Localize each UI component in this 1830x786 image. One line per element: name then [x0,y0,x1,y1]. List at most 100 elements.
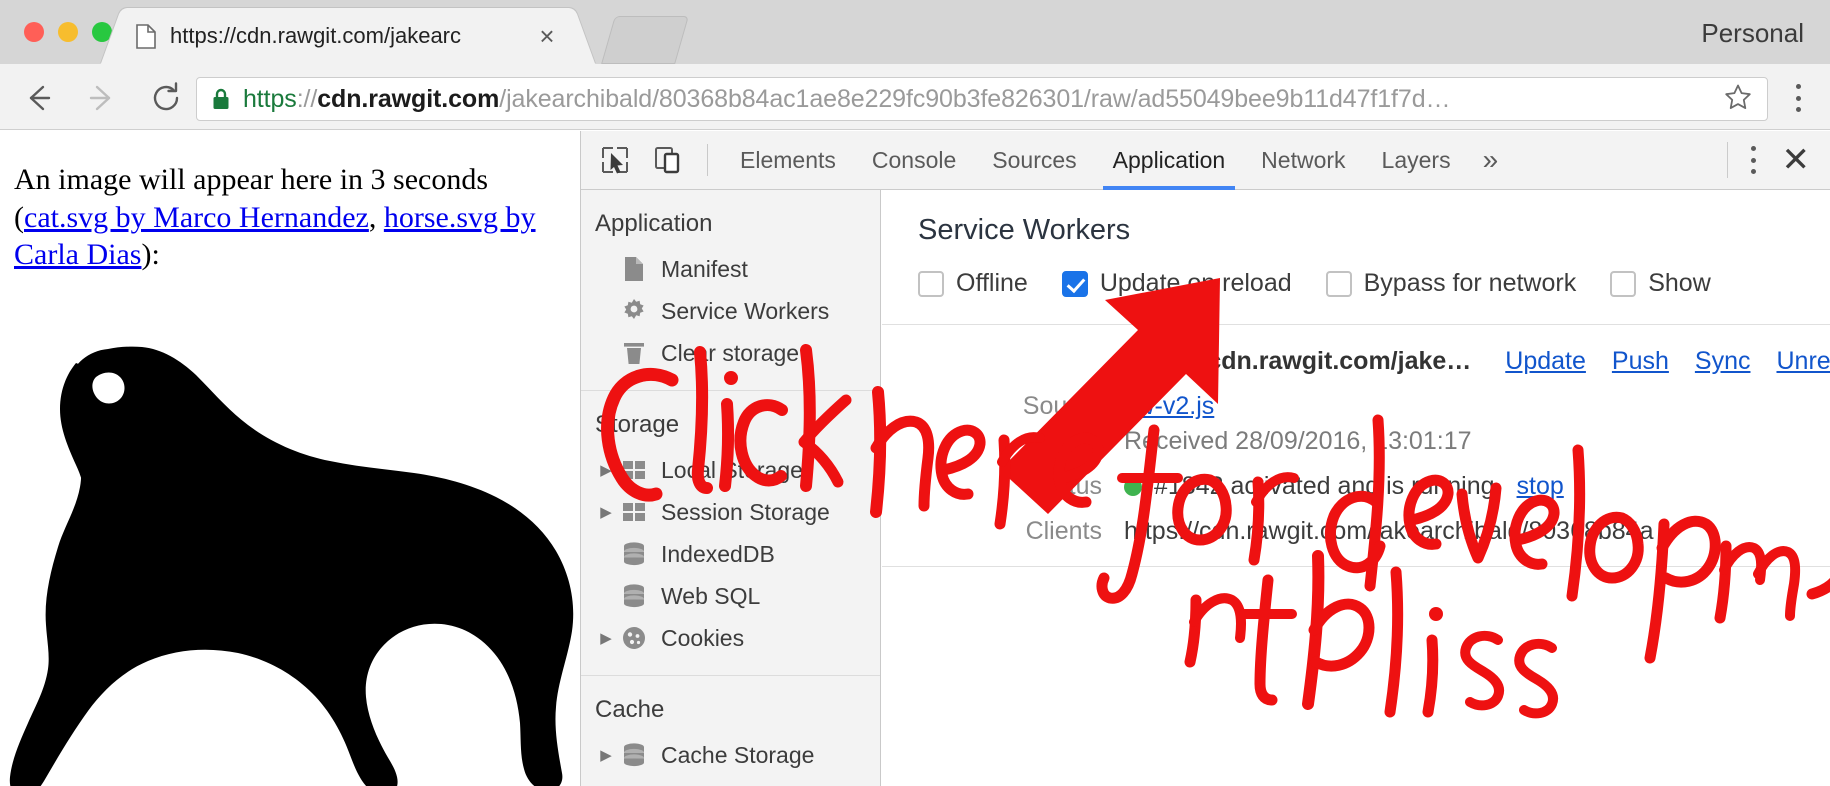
unregister-link[interactable]: Unregister [1776,347,1830,376]
checkbox-label: Offline [956,269,1028,298]
arrow-right-icon[interactable] [82,78,122,118]
lock-icon [211,87,231,111]
show-all-checkbox[interactable]: Show [1610,269,1711,298]
sidebar-item-indexeddb[interactable]: ▶ IndexedDB [581,533,880,575]
tab-console[interactable]: Console [854,131,974,190]
database-icon [617,742,651,768]
registration-scope-value: https://cdn.rawgit.com/jake… Update Push… [1124,347,1830,376]
sidebar-group-title: Application [581,204,880,248]
devtools-toolbar-right: ✕ [1715,131,1830,190]
tab-layers[interactable]: Layers [1364,131,1469,190]
horse-silhouette-image [0,341,580,786]
source-file-link[interactable]: sw-v2.js [1124,392,1214,420]
sidebar-item-label: Local Storage [661,457,803,484]
cookie-icon [617,625,651,651]
registration-source-row: Source sw-v2.js Received 28/09/2016, 13:… [882,392,1830,456]
sidebar-item-label: Service Workers [661,298,829,325]
tab-elements[interactable]: Elements [722,131,854,190]
minimize-window-button[interactable] [58,22,78,42]
sidebar-item-session-storage[interactable]: ▶ Session Storage [581,491,880,533]
sidebar-item-local-storage[interactable]: ▶ Local Storage [581,449,880,491]
profile-label[interactable]: Personal [1701,18,1804,49]
checkbox-label: Show [1648,269,1711,298]
service-worker-options: Offline Update on reload Bypass for netw… [882,247,1830,298]
offline-checkbox[interactable]: Offline [918,269,1028,298]
url-scheme: https [243,85,297,113]
close-window-button[interactable] [24,22,44,42]
update-link[interactable]: Update [1505,347,1586,376]
database-icon [617,541,651,567]
chevron-double-right-icon[interactable]: » [1469,144,1513,176]
checkbox-box[interactable] [1326,271,1352,297]
sidebar-item-web-sql[interactable]: ▶ Web SQL [581,575,880,617]
checkbox-box[interactable] [918,271,944,297]
sidebar-item-clear-storage[interactable]: Clear storage [581,332,880,374]
url-host: cdn.rawgit.com [317,85,499,113]
document-icon [617,256,651,282]
address-bar-url: https://cdn.rawgit.com/jakearchibald/803… [243,85,1713,114]
registration-scope-row: https://cdn.rawgit.com/jake… Update Push… [882,347,1830,376]
status-label: Status [882,472,1124,501]
device-toolbar-icon[interactable] [649,140,689,180]
browser-tabstrip: https://cdn.rawgit.com/jakearc × Persona… [0,0,1830,64]
tab-application[interactable]: Application [1095,131,1244,190]
status-text: #1842 activated and is running [1154,472,1495,501]
checkbox-box[interactable] [1062,271,1088,297]
inspect-cursor-icon[interactable] [595,140,635,180]
cat-svg-link[interactable]: cat.svg by Marco Hernandez [24,201,369,234]
update-on-reload-checkbox[interactable]: Update on reload [1062,269,1292,298]
trash-icon [617,340,651,366]
sidebar-item-label: Cache Storage [661,742,814,769]
sidebar-item-manifest[interactable]: Manifest [581,248,880,290]
close-icon[interactable]: × [534,23,560,49]
checkbox-box[interactable] [1610,271,1636,297]
sidebar-item-service-workers[interactable]: Service Workers [581,290,880,332]
sidebar-item-cookies[interactable]: ▶ Cookies [581,617,880,659]
clients-label: Clients [882,517,1124,546]
sidebar-item-cache-storage[interactable]: ▶ Cache Storage [581,734,880,776]
star-icon[interactable] [1723,82,1753,117]
status-indicator-dot [1124,478,1142,496]
service-workers-pane: Service Workers Offline Update on reload… [882,190,1830,786]
checkbox-label: Bypass for network [1364,269,1577,298]
page-intro-after: ): [141,238,159,271]
storage-icon [617,459,651,481]
url-separator: :// [297,85,318,113]
sync-link[interactable]: Sync [1695,347,1751,376]
storage-icon [617,501,651,523]
sidebar-item-label: Session Storage [661,499,830,526]
registration-clients-row: Clients https://cdn.rawgit.com/jakearchi… [882,517,1830,546]
devtools-menu-icon[interactable] [1740,144,1768,176]
registration-status-row: Status #1842 activated and is running st… [882,472,1830,501]
devtools-sidebar: Application Manifest [581,190,881,786]
stop-link[interactable]: stop [1517,472,1564,501]
source-received-time: Received 28/09/2016, 13:01:17 [1124,427,1472,456]
url-path: /jakearchibald/80368b84ac1ae8e229fc90b3f… [499,85,1450,113]
gear-icon [617,298,651,324]
browser-window: https://cdn.rawgit.com/jakearc × Persona… [0,0,1830,786]
chevron-right-icon[interactable]: ▶ [595,503,617,521]
address-bar[interactable]: https://cdn.rawgit.com/jakearchibald/803… [196,77,1768,121]
sidebar-item-label: Manifest [661,256,748,283]
sidebar-group-storage: Storage ▶ Local Storage ▶ [581,390,880,675]
chevron-right-icon[interactable]: ▶ [595,461,617,479]
tab-sources[interactable]: Sources [974,131,1094,190]
browser-tab[interactable]: https://cdn.rawgit.com/jakearc × [124,8,572,64]
close-icon[interactable]: ✕ [1782,143,1811,177]
browser-tab-title: https://cdn.rawgit.com/jakearc [170,23,534,49]
status-value: #1842 activated and is running stop [1124,472,1564,501]
push-link[interactable]: Push [1612,347,1669,376]
reload-icon[interactable] [146,78,186,118]
chevron-right-icon[interactable]: ▶ [595,629,617,647]
arrow-left-icon[interactable] [18,78,58,118]
chevron-right-icon[interactable]: ▶ [595,746,617,764]
tab-network[interactable]: Network [1243,131,1363,190]
sidebar-item-label: IndexedDB [661,541,775,568]
new-tab-ghost[interactable] [601,16,689,64]
browser-menu-icon[interactable] [1784,82,1812,114]
page-icon [136,24,156,48]
sidebar-item-label: Clear storage [661,340,799,367]
bypass-for-network-checkbox[interactable]: Bypass for network [1326,269,1577,298]
sidebar-group-application: Application Manifest [581,190,880,390]
toolbar-divider [707,144,708,176]
